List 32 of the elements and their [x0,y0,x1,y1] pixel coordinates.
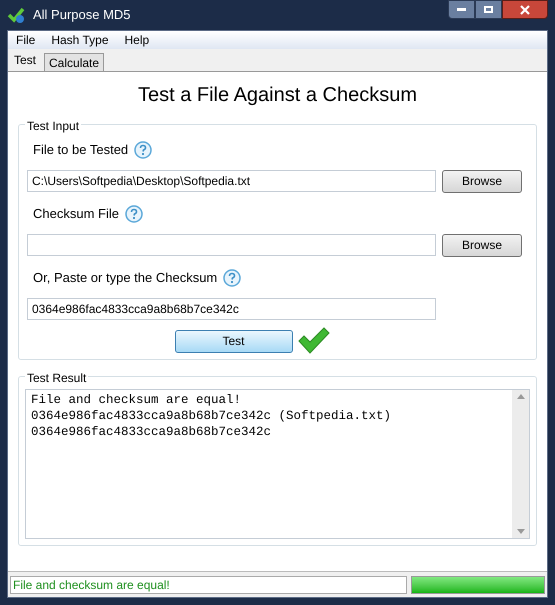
maximize-button[interactable] [475,0,502,19]
status-text: File and checksum are equal! [10,576,407,594]
scroll-up-icon[interactable] [516,394,524,399]
app-icon [7,6,25,24]
result-text-area[interactable]: File and checksum are equal! 0364e986fac4833cca9a8b68b7ce342c (Softpedia.txt) 0364e986fac4833cca9a8b68b7ce342c [25,389,530,539]
scroll-down-icon[interactable] [516,529,524,534]
browse-button[interactable]: Browse [442,234,522,256]
text-field[interactable]: 0364e986fac4833cca9a8b68b7ce342c [27,298,436,320]
scrollbar[interactable] [512,390,529,538]
help-icon [134,141,152,159]
window-title: All Purpose MD5 [33,6,131,24]
menu-item[interactable]: File [16,31,36,49]
minimize-button[interactable] [448,0,475,19]
test-button[interactable]: Test [174,330,292,352]
result-line: File and checksum are equal! [31,392,242,408]
menu-item[interactable]: Help [124,31,150,49]
text-field[interactable] [27,234,436,256]
field-label: Checksum File [33,205,119,224]
field-label: Or, Paste or type the Checksum [33,269,218,288]
close-button[interactable] [502,0,548,19]
browse-button[interactable]: Browse [442,170,522,192]
result-line: 0364e986fac4833cca9a8b68b7ce342c (Softpedia.txt) [31,408,392,424]
close-icon [520,4,530,14]
field-label: File to be Tested [33,141,128,160]
menu-item[interactable]: Hash Type [51,31,108,49]
page-heading: Test a File Against a Checksum [136,83,418,108]
help-icon [124,205,143,223]
tab[interactable]: Calculate [44,53,104,71]
help-icon [223,269,242,287]
checkmark-icon [296,327,330,355]
result-line: 0364e986fac4833cca9a8b68b7ce342c [31,424,272,440]
text-field[interactable]: C:\Users\Softpedia\Desktop\Softpedia.txt [27,170,436,192]
